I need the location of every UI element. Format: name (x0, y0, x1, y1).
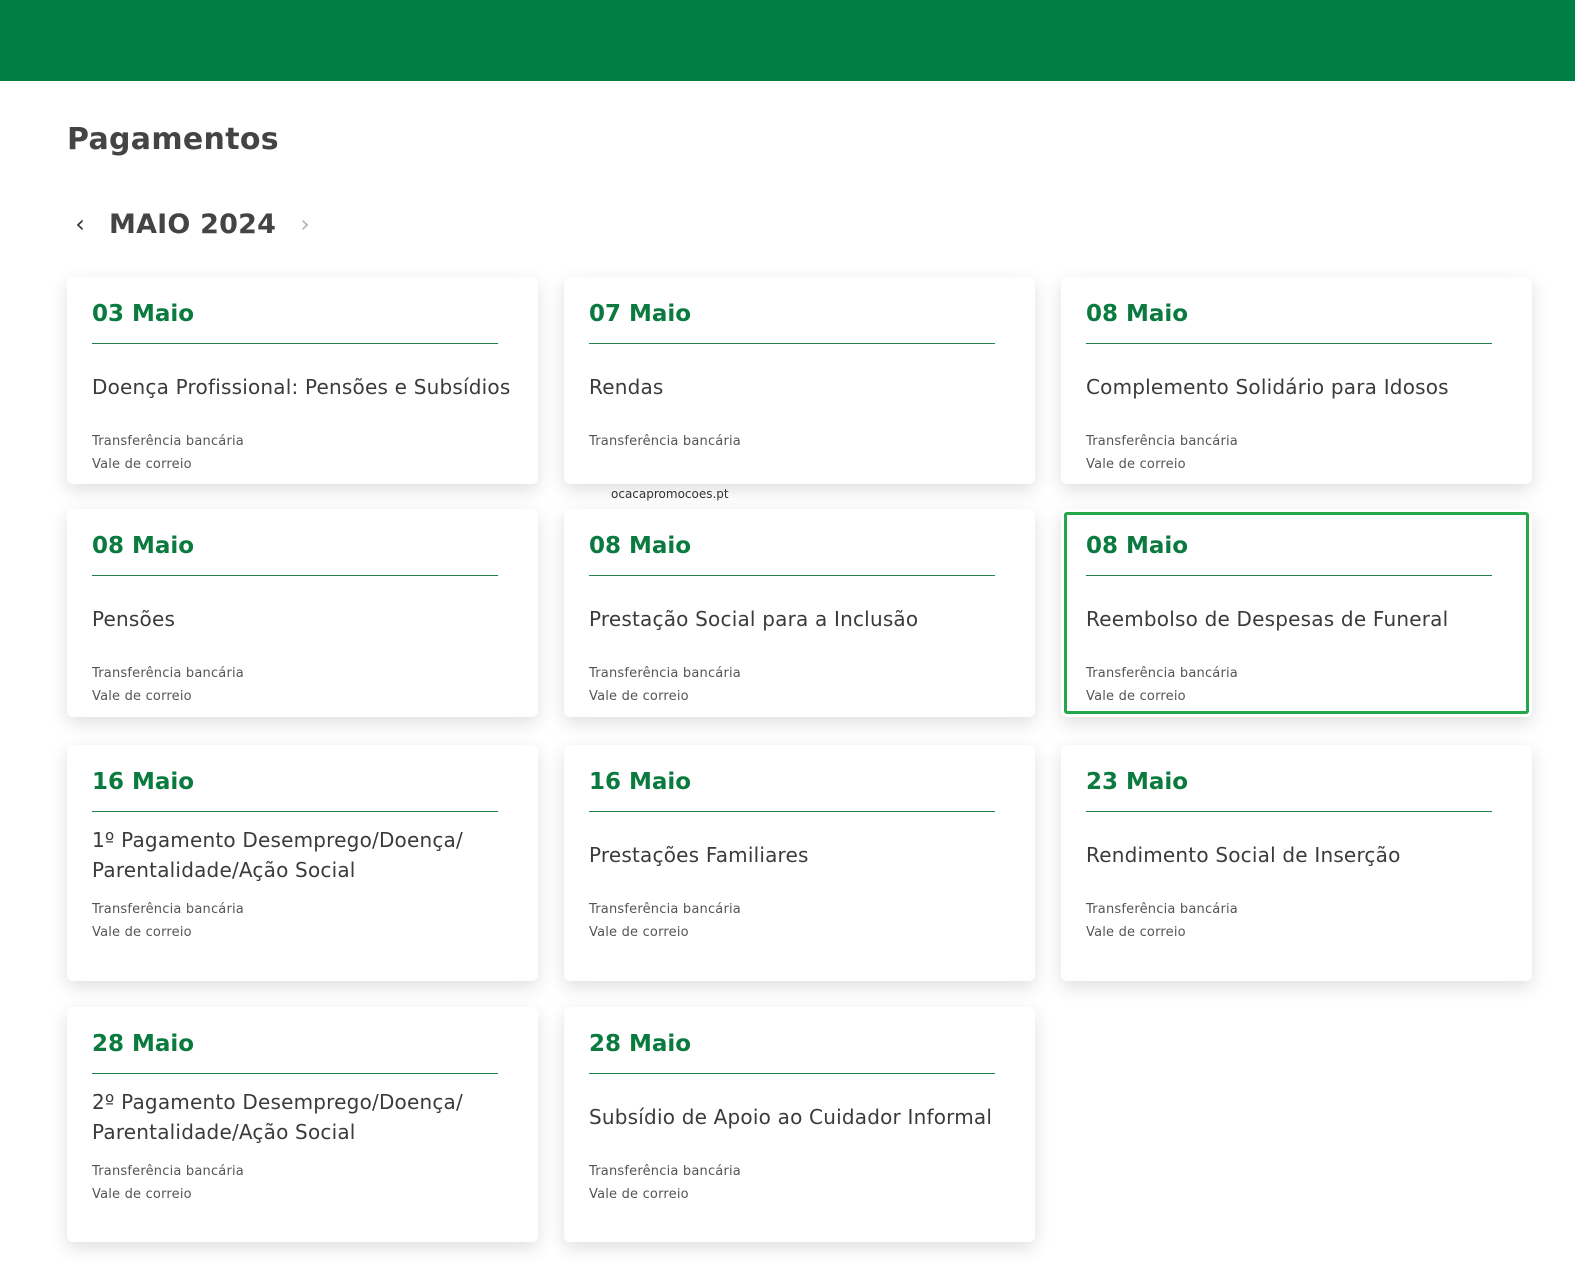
card-date: 16 Maio (92, 769, 195, 795)
payment-method: Vale de correio (589, 1187, 689, 1202)
payment-card[interactable]: 08 Maio Complemento Solidário para Idosos… (1061, 277, 1532, 484)
chevron-left-icon[interactable]: ‹ (67, 203, 93, 245)
payment-method: Vale de correio (589, 925, 689, 940)
payment-card[interactable]: 16 Maio 1º Pagamento Desemprego/Doença/ P… (67, 745, 538, 981)
payment-method: Transferência bancária (92, 434, 244, 449)
payment-card[interactable]: 16 Maio Prestações Familiares Transferênci… (564, 745, 1035, 981)
card-title: Reembolso de Despesas de Funeral (1086, 607, 1449, 631)
card-date: 08 Maio (1086, 301, 1189, 327)
payment-method: Vale de correio (92, 457, 192, 472)
card-date: 08 Maio (589, 533, 692, 559)
payment-method: Transferência bancária (92, 902, 244, 917)
payment-card[interactable]: 07 Maio Rendas Transferência bancária (564, 277, 1035, 484)
month-label: MAIO 2024 (109, 208, 277, 240)
chevron-right-icon[interactable]: › (292, 203, 318, 245)
card-date: 23 Maio (1086, 769, 1189, 795)
payment-method: Transferência bancária (1086, 902, 1238, 917)
payment-method: Vale de correio (1086, 457, 1186, 472)
payment-method: Transferência bancária (1086, 434, 1238, 449)
card-date: 28 Maio (589, 1031, 692, 1057)
payment-card[interactable]: 28 Maio 2º Pagamento Desemprego/Doença/ P… (67, 1007, 538, 1242)
page-title: Pagamentos (67, 122, 279, 157)
card-title: Pensões (92, 607, 176, 631)
payment-method: Vale de correio (1086, 689, 1186, 704)
card-title: Prestações Familiares (589, 843, 809, 867)
card-title: Complemento Solidário para Idosos (1086, 375, 1449, 399)
card-title-wrapper: Prestação Social para a Inclusão (589, 576, 1035, 662)
payment-card[interactable]: 08 Maio Pensões Transferência bancária Vale… (67, 509, 538, 717)
watermark-text: ocacapromocoes.pt (611, 487, 729, 501)
payment-method: Transferência bancária (92, 1164, 244, 1179)
card-title-wrapper: Doença Profissional: Pensões e Subsídios (92, 344, 538, 430)
card-title: 1º Pagamento Desemprego/Doença/ Parental… (92, 828, 463, 882)
payment-card[interactable]: 28 Maio Subsídio de Apoio ao Cuidador Inf… (564, 1007, 1035, 1242)
payment-method: Vale de correio (1086, 925, 1186, 940)
card-title-wrapper: Prestações Familiares (589, 812, 1035, 898)
payment-method: Transferência bancária (92, 666, 244, 681)
payment-method: Vale de correio (589, 689, 689, 704)
card-title: Subsídio de Apoio ao Cuidador Informal (589, 1105, 993, 1129)
payment-card[interactable]: 03 Maio Doença Profissional: Pensões e Su… (67, 277, 538, 484)
card-title: Rendimento Social de Inserção (1086, 843, 1401, 867)
card-title: 2º Pagamento Desemprego/Doença/ Parental… (92, 1090, 463, 1144)
card-title: Prestação Social para a Inclusão (589, 607, 919, 631)
card-title-wrapper: 1º Pagamento Desemprego/Doença/ Parental… (92, 812, 538, 898)
card-title-wrapper: Rendas (589, 344, 1035, 430)
payment-method: Vale de correio (92, 925, 192, 940)
payment-method: Transferência bancária (589, 1164, 741, 1179)
card-date: 28 Maio (92, 1031, 195, 1057)
card-title-wrapper: Reembolso de Despesas de Funeral (1086, 576, 1532, 662)
payment-method: Transferência bancária (589, 434, 741, 449)
payment-method: Vale de correio (92, 1187, 192, 1202)
card-date: 07 Maio (589, 301, 692, 327)
card-date: 08 Maio (92, 533, 195, 559)
card-title-wrapper: Rendimento Social de Inserção (1086, 812, 1532, 898)
payment-card[interactable]: 08 Maio Reembolso de Despesas de Funeral T… (1061, 509, 1532, 717)
card-title-wrapper: Subsídio de Apoio ao Cuidador Informal (589, 1074, 1035, 1160)
top-header-bar (0, 0, 1575, 81)
card-date: 03 Maio (92, 301, 195, 327)
card-title: Rendas (589, 375, 664, 399)
payment-method: Vale de correio (92, 689, 192, 704)
payment-method: Transferência bancária (589, 666, 741, 681)
card-title-wrapper: 2º Pagamento Desemprego/Doença/ Parental… (92, 1074, 538, 1160)
payment-method: Transferência bancária (1086, 666, 1238, 681)
card-title: Doença Profissional: Pensões e Subsídios (92, 375, 511, 399)
card-date: 08 Maio (1086, 533, 1189, 559)
card-title-wrapper: Pensões (92, 576, 538, 662)
payment-card[interactable]: 23 Maio Rendimento Social de Inserção Tran… (1061, 745, 1532, 981)
payment-card[interactable]: 08 Maio Prestação Social para a Inclusão T… (564, 509, 1035, 717)
payment-method: Transferência bancária (589, 902, 741, 917)
card-date: 16 Maio (589, 769, 692, 795)
month-navigator: ‹ MAIO 2024 › (67, 203, 318, 245)
card-title-wrapper: Complemento Solidário para Idosos (1086, 344, 1532, 430)
